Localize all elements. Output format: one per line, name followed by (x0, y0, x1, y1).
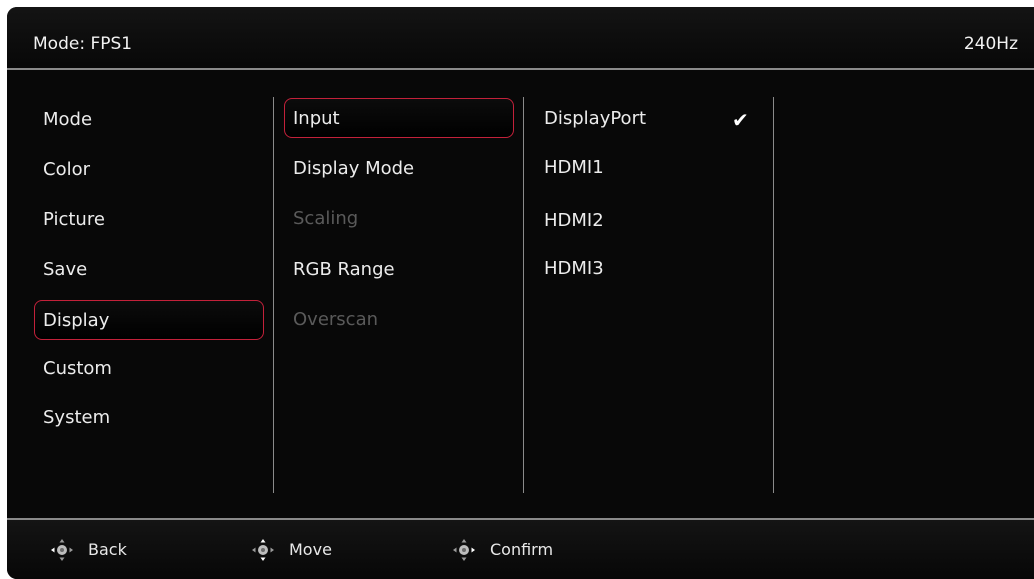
menu-item-color[interactable]: Color (34, 150, 264, 190)
refresh-rate-label: 240Hz (963, 34, 1018, 54)
option-hdmi2[interactable]: HDMI2 (535, 201, 765, 241)
column-divider (273, 97, 274, 493)
column-divider (523, 97, 524, 493)
osd-menu: Mode: FPS1 240Hz Mode Color Picture Save… (7, 7, 1034, 579)
option-hdmi1[interactable]: HDMI1 (535, 148, 765, 188)
confirm-label: Confirm (490, 540, 554, 559)
menu-item-save[interactable]: Save (34, 250, 264, 290)
footer-move-hint: Move (251, 520, 332, 579)
menu-item-system[interactable]: System (34, 398, 264, 438)
submenu-item-overscan: Overscan (293, 309, 379, 330)
menu-item-display[interactable]: Display (34, 300, 264, 340)
joystick-icon (453, 538, 475, 561)
submenu-item-rgb-range[interactable]: RGB Range (284, 250, 514, 290)
mode-label: Mode: FPS1 (33, 34, 133, 54)
header-divider (7, 68, 1034, 70)
footer-confirm-hint: Confirm (452, 520, 553, 579)
submenu-item-input[interactable]: Input (284, 98, 514, 138)
osd-footer: Back Move Confirm (7, 520, 1034, 579)
submenu-item-scaling: Scaling (293, 208, 359, 229)
submenu-item-display-mode[interactable]: Display Mode (284, 149, 514, 189)
back-label: Back (88, 540, 127, 559)
column-divider (773, 97, 774, 493)
joystick-icon (51, 538, 73, 561)
joystick-icon (252, 538, 274, 561)
menu-item-mode[interactable]: Mode (34, 100, 264, 140)
check-icon: ✔ (732, 108, 749, 132)
option-hdmi3[interactable]: HDMI3 (535, 249, 765, 289)
move-label: Move (289, 540, 332, 559)
option-displayport[interactable]: DisplayPort (535, 99, 765, 139)
menu-item-custom[interactable]: Custom (34, 349, 264, 389)
footer-back-hint: Back (50, 520, 127, 579)
menu-item-picture[interactable]: Picture (34, 200, 264, 240)
osd-header: Mode: FPS1 240Hz (7, 7, 1034, 70)
